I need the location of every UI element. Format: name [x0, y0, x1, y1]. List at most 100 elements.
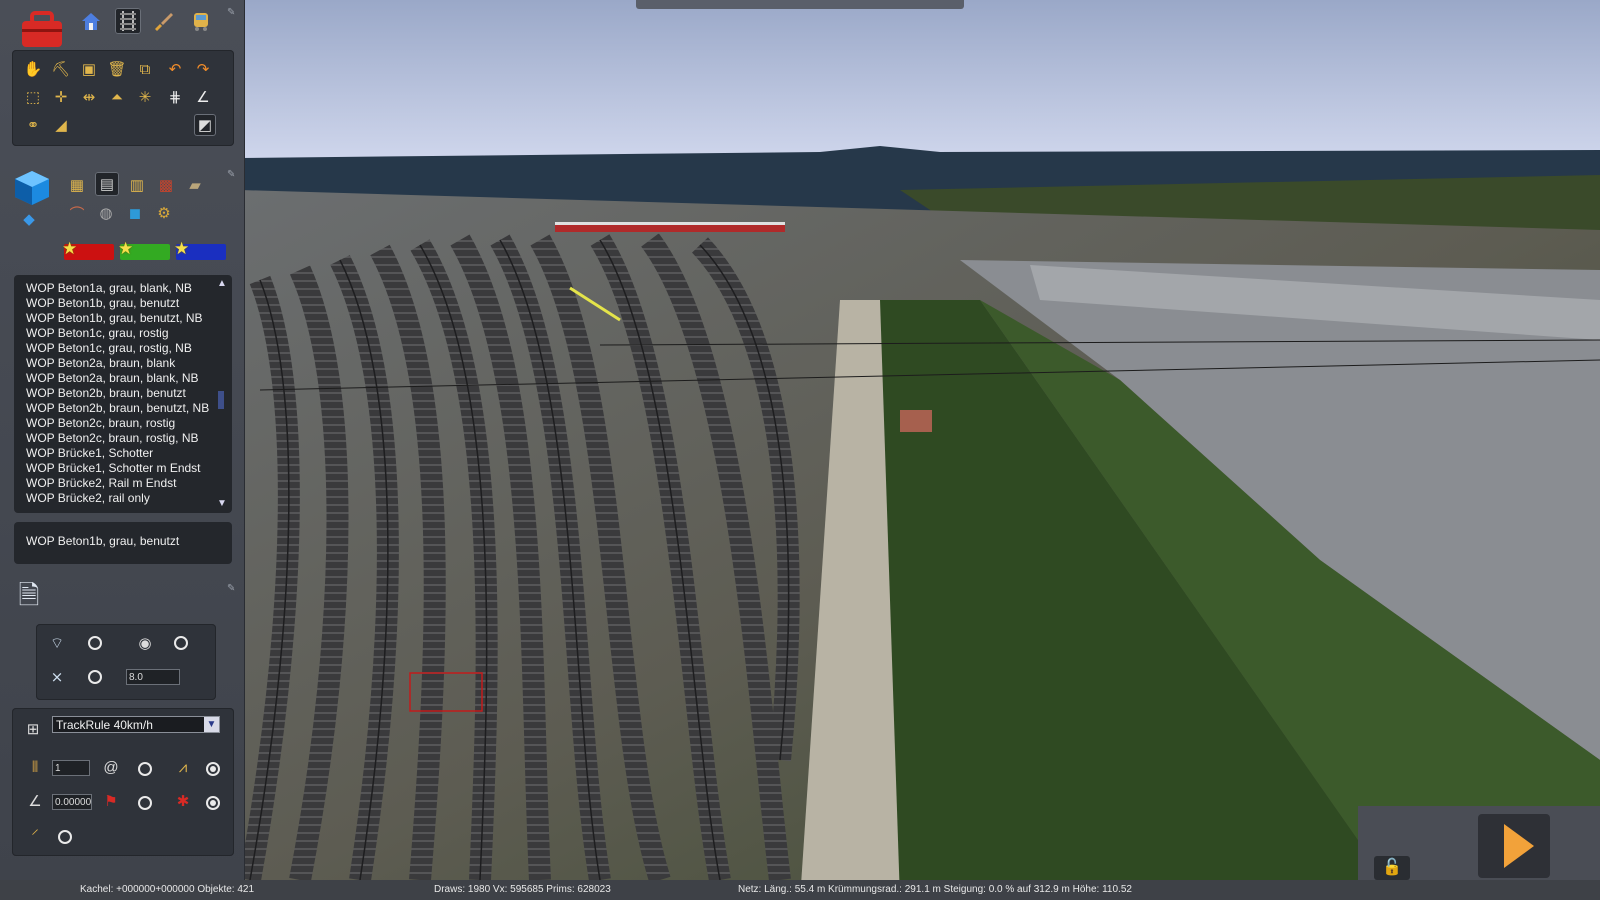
- small-cube-icon[interactable]: ◆: [20, 210, 38, 228]
- star-icon: ★: [174, 239, 190, 258]
- superelevation-icon: ⩘: [178, 758, 188, 776]
- asset-list-item[interactable]: WOP Beton1b, grau, benutzt: [26, 296, 222, 311]
- rail-count-icon: ⦀: [31, 758, 39, 776]
- flat-radio[interactable]: [88, 636, 102, 650]
- select-area-icon[interactable]: ⬚: [22, 86, 44, 108]
- tool-panel: ✎ ✋ ⛏ ▣ 🗑 ⧉ ↶ ↷ ⬚ ✛ ⇹ ⏶ ✳ ⋕ ∠ ⚭ ◢ ◩ ◆ ▦ …: [0, 0, 245, 880]
- cross-radio[interactable]: [88, 670, 102, 684]
- asset-list-scrollbar[interactable]: ▲ ▼: [216, 279, 228, 509]
- pole-radio[interactable]: [58, 830, 72, 844]
- pole-icon: ⸍: [31, 827, 39, 844]
- wire-radio[interactable]: [138, 796, 152, 810]
- spline-flat-icon: ⌔: [49, 634, 65, 652]
- home-icon[interactable]: [80, 10, 102, 32]
- building-type-icon[interactable]: ▩: [155, 174, 177, 196]
- tile-info: Kachel: +000000+000000 Objekte: 421: [80, 884, 255, 895]
- wire-icon: ⚑: [104, 793, 118, 810]
- spiral-radio[interactable]: [138, 762, 152, 776]
- redo-icon[interactable]: ↷: [192, 58, 214, 80]
- pin-icon[interactable]: ✎: [227, 8, 237, 18]
- measure-icon[interactable]: ◢: [50, 114, 72, 136]
- copy-icon[interactable]: ⧉: [134, 58, 156, 80]
- water-type-icon[interactable]: ◼: [124, 202, 146, 224]
- toolbox-icon[interactable]: [18, 6, 66, 50]
- raise-icon[interactable]: ⏶: [106, 86, 128, 108]
- favorite-red-swatch[interactable]: ★: [62, 240, 114, 260]
- train-icon[interactable]: [190, 10, 212, 32]
- tunnel-type-icon[interactable]: ◍: [95, 202, 117, 224]
- edit-tools-box: ✋ ⛏ ▣ 🗑 ⧉ ↶ ↷ ⬚ ✛ ⇹ ⏶ ✳ ⋕ ∠ ⚭ ◢ ◩: [12, 50, 234, 146]
- link-icon[interactable]: ⚭: [22, 114, 44, 136]
- net-info: Netz: Läng.: 55.4 m Krümmungsrad.: 291.1…: [738, 884, 1132, 895]
- asset-list-item[interactable]: WOP Brücke1, Schotter m Endst: [26, 461, 222, 476]
- asset-list-item[interactable]: WOP Beton1c, grau, rostig, NB: [26, 341, 222, 356]
- track-rule-icon: ⊞: [26, 721, 40, 738]
- brush-icon[interactable]: [152, 10, 174, 32]
- pin-icon-2[interactable]: ✎: [227, 170, 237, 180]
- scroll-up-icon[interactable]: ▲: [216, 279, 228, 289]
- asset-list-item[interactable]: WOP Brücke1, Schotter: [26, 446, 222, 461]
- view-icon[interactable]: ▣: [78, 58, 100, 80]
- scenery-type-icon[interactable]: ▰: [184, 174, 206, 196]
- superelevation-radio[interactable]: [206, 762, 220, 776]
- pick-icon[interactable]: ⛏: [50, 58, 72, 80]
- scroll-down-icon[interactable]: ▼: [216, 499, 228, 509]
- spline-type-icon[interactable]: ▤: [95, 172, 119, 196]
- spline-cross-icon: ⨯: [50, 669, 64, 686]
- status-bar: Kachel: +000000+000000 Objekte: 421 Draw…: [0, 880, 1600, 900]
- split-icon[interactable]: ✛: [50, 86, 72, 108]
- selected-asset-box: WOP Beton1b, grau, benutzt: [14, 522, 232, 564]
- asset-list[interactable]: WOP Beton1a, grau, blank, NB WOP Beton1b,…: [14, 275, 232, 513]
- signal-icon: ✱: [176, 793, 190, 810]
- undo-icon[interactable]: ↶: [164, 58, 186, 80]
- grade-icon: ∠: [28, 793, 42, 810]
- star-icon: ★: [118, 239, 134, 258]
- round-radio[interactable]: [174, 636, 188, 650]
- star-icon: ★: [62, 239, 78, 258]
- spline-options-box: ⌔ ◉ ⨯ 8.0: [36, 624, 216, 700]
- track-rule-value: TrackRule 40km/h: [56, 718, 153, 732]
- render-info: Draws: 1980 Vx: 595685 Prims: 628023: [434, 884, 611, 895]
- spline-round-icon: ◉: [138, 635, 152, 652]
- chevron-down-icon[interactable]: ▼: [204, 717, 219, 732]
- asset-list-item[interactable]: WOP Beton2b, braun, benutzt: [26, 386, 222, 401]
- grid-icon[interactable]: ⋕: [164, 86, 186, 108]
- pin-icon-3[interactable]: ✎: [227, 584, 237, 594]
- asset-list-item[interactable]: WOP Beton1c, grau, rostig: [26, 326, 222, 341]
- asset-list-item[interactable]: WOP Beton2c, braun, rostig, NB: [26, 431, 222, 446]
- angle-icon[interactable]: ∠: [192, 86, 214, 108]
- rail-count-input[interactable]: 1: [52, 760, 90, 776]
- join-icon[interactable]: ⇹: [78, 86, 100, 108]
- snap-icon[interactable]: ✳: [134, 86, 156, 108]
- brush-tool-icon[interactable]: ◩: [194, 114, 216, 136]
- selected-asset-label: WOP Beton1b, grau, benutzt: [26, 534, 180, 548]
- asset-list-item[interactable]: WOP Beton2a, braun, blank, NB: [26, 371, 222, 386]
- road-type-icon[interactable]: ▥: [126, 174, 148, 196]
- asset-list-item[interactable]: WOP Beton2b, braun, benutzt, NB: [26, 401, 222, 416]
- asset-list-item[interactable]: WOP Beton2c, braun, rostig: [26, 416, 222, 431]
- pointer-icon[interactable]: ✋: [22, 58, 44, 80]
- asset-list-item[interactable]: WOP Beton1a, grau, blank, NB: [26, 281, 222, 296]
- track-icon[interactable]: [115, 8, 141, 34]
- height-input[interactable]: 8.0: [126, 669, 180, 685]
- spiral-icon: @: [103, 758, 119, 776]
- top-drawer-handle[interactable]: [636, 0, 964, 9]
- asset-list-item[interactable]: WOP Brücke2, rail only: [26, 491, 222, 506]
- bridge-type-icon[interactable]: ⌒: [66, 202, 88, 224]
- scroll-thumb[interactable]: [218, 391, 224, 409]
- asset-list-item[interactable]: WOP Beton2a, braun, blank: [26, 356, 222, 371]
- signal-radio[interactable]: [206, 796, 220, 810]
- properties-icon[interactable]: 🗎: [12, 580, 46, 618]
- asset-list-item[interactable]: WOP Beton1b, grau, benutzt, NB: [26, 311, 222, 326]
- cube-icon[interactable]: [10, 168, 54, 208]
- grade-input[interactable]: 0.00000: [52, 794, 92, 810]
- unlock-icon[interactable]: 🔓: [1374, 856, 1410, 880]
- favorite-green-swatch[interactable]: ★: [118, 240, 170, 260]
- industry-type-icon[interactable]: ⚙: [153, 202, 175, 224]
- track-type-icon[interactable]: ▦: [66, 174, 88, 196]
- track-rule-dropdown[interactable]: TrackRule 40km/h ▼: [52, 716, 220, 733]
- play-button[interactable]: [1478, 814, 1550, 878]
- asset-list-item[interactable]: WOP Brücke2, Rail m Endst: [26, 476, 222, 491]
- favorite-blue-swatch[interactable]: ★: [174, 240, 226, 260]
- delete-icon[interactable]: 🗑: [106, 58, 128, 80]
